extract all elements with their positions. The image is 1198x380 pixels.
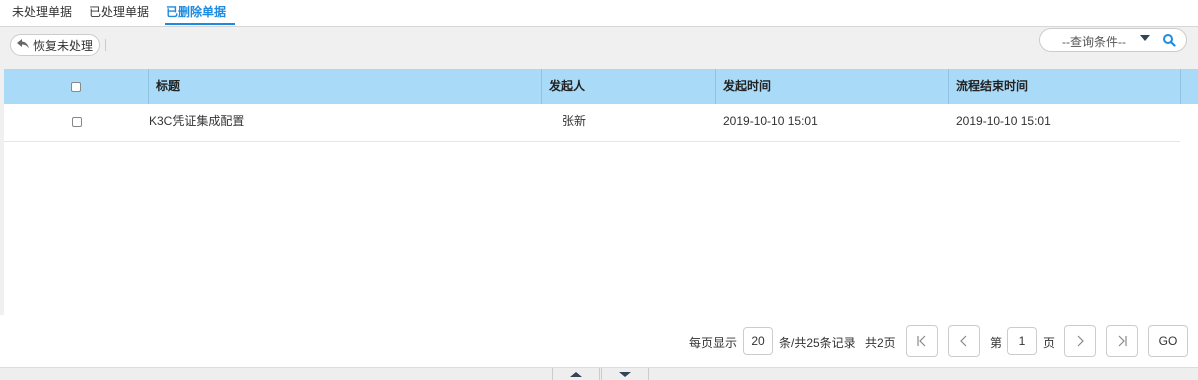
row-title[interactable]: K3C凭证集成配置 <box>149 104 542 141</box>
row-checkbox-cell <box>4 104 149 141</box>
header-end-time[interactable]: 流程结束时间 <box>949 69 1181 104</box>
row-end-time: 2019-10-10 15:01 <box>956 114 1051 128</box>
tab-deleted[interactable]: 已删除单据 <box>166 3 226 20</box>
expand-down-button[interactable] <box>601 368 649 380</box>
page-prefix: 第 <box>990 336 1003 350</box>
document-table: 标题 发起人 发起时间 流程结束时间 K3C凭证集成配置 张新 2019-10-… <box>4 69 1198 316</box>
header-title[interactable]: 标题 <box>149 69 542 104</box>
chevron-right-icon <box>1077 335 1084 347</box>
tab-unprocessed[interactable]: 未处理单据 <box>12 3 72 20</box>
tab-processed[interactable]: 已处理单据 <box>89 3 149 20</box>
last-page-button[interactable] <box>1106 325 1138 357</box>
caret-down-icon[interactable] <box>1140 35 1150 41</box>
total-records-label: 条/共25条记录 <box>779 336 856 350</box>
row-initiator: 张新 <box>562 114 587 128</box>
prev-page-button[interactable] <box>948 325 980 357</box>
current-page-input[interactable]: 1 <box>1007 327 1037 355</box>
tab-bar: 未处理单据 已处理单据 已删除单据 <box>0 0 1198 27</box>
search-icon[interactable] <box>1162 33 1176 47</box>
table-header: 标题 发起人 发起时间 流程结束时间 <box>4 69 1198 104</box>
active-tab-indicator <box>165 23 235 25</box>
first-page-icon <box>917 335 926 347</box>
reply-arrow-icon <box>16 38 29 52</box>
select-all-checkbox[interactable] <box>71 81 81 92</box>
page-suffix: 页 <box>1043 336 1056 350</box>
last-page-icon <box>1118 335 1127 347</box>
bottom-splitter <box>0 367 1198 380</box>
triangle-up-icon <box>570 371 582 377</box>
per-page-input[interactable]: 20 <box>743 327 773 355</box>
header-start-time[interactable]: 发起时间 <box>716 69 949 104</box>
row-checkbox[interactable] <box>71 116 82 127</box>
row-start-time: 2019-10-10 15:01 <box>723 114 818 128</box>
query-label: --查询条件-- <box>1062 35 1126 49</box>
per-page-label: 每页显示 <box>689 336 738 350</box>
collapse-up-button[interactable] <box>552 368 600 380</box>
restore-button-label: 恢复未处理 <box>32 38 93 53</box>
total-pages-label: 共2页 <box>865 336 896 350</box>
header-initiator[interactable]: 发起人 <box>542 69 716 104</box>
triangle-down-icon <box>619 371 631 377</box>
restore-button[interactable]: 恢复未处理 <box>10 34 100 56</box>
toolbar-divider <box>105 39 106 51</box>
go-button[interactable]: GO <box>1148 325 1188 357</box>
chevron-left-icon <box>960 335 967 347</box>
toolbar: 恢复未处理 --查询条件-- <box>0 27 1198 69</box>
query-dropdown[interactable]: --查询条件-- <box>1039 28 1187 52</box>
table-scroll-gutter <box>1180 104 1198 315</box>
first-page-button[interactable] <box>906 325 938 357</box>
pagination: 每页显示 20 条/共25条记录 共2页 第 1 页 GO <box>0 315 1198 367</box>
header-select-all-cell <box>4 69 149 104</box>
table-row[interactable]: K3C凭证集成配置 张新 2019-10-10 15:01 2019-10-10… <box>4 104 1180 142</box>
next-page-button[interactable] <box>1064 325 1096 357</box>
